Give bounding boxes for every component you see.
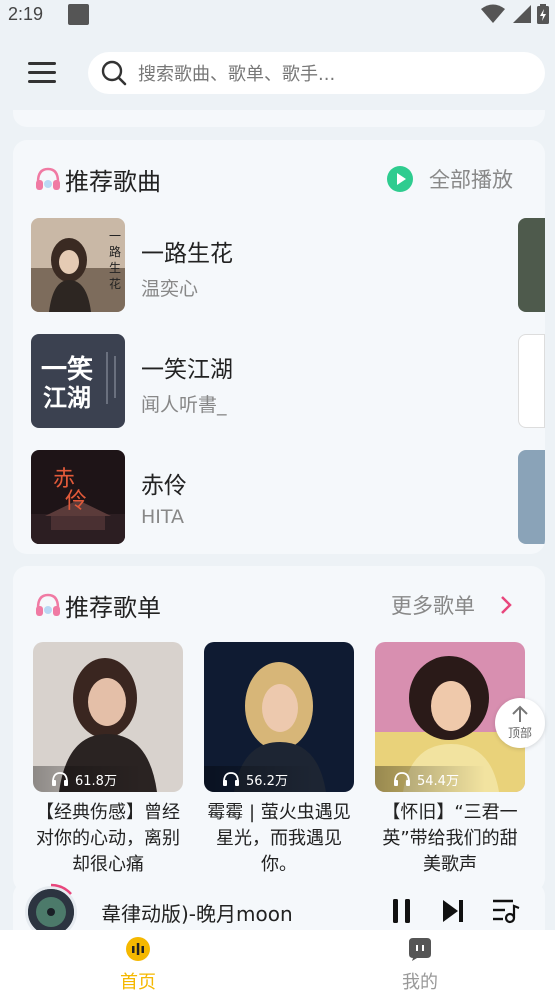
arrow-up-icon (512, 705, 528, 722)
playlist-cover: 61.8万 (33, 642, 183, 792)
play-all-label: 全部播放 (429, 168, 513, 192)
signal-icon (513, 5, 531, 23)
next-page-peek[interactable] (518, 218, 545, 312)
svg-text:伶: 伶 (65, 489, 87, 514)
home-sound-icon (126, 937, 150, 961)
song-cover: 一 路 生 花 (31, 218, 125, 312)
pause-icon[interactable] (391, 898, 413, 924)
song-item[interactable]: 一笑 江湖 一笑江湖 闻人听書_ (31, 334, 511, 428)
section-title: 推荐歌单 (65, 593, 161, 622)
section-title: 推荐歌曲 (65, 167, 161, 196)
top-bar: 搜索歌曲、歌单、歌手... (0, 40, 555, 110)
svg-text:生: 生 (109, 261, 121, 275)
play-all-button[interactable]: 全部播放 (387, 162, 513, 196)
play-circle-icon (387, 166, 413, 192)
song-item[interactable]: 一 路 生 花 一路生花 温奕心 (31, 218, 511, 312)
notification-icon (68, 4, 89, 25)
svg-text:花: 花 (109, 276, 121, 291)
svg-text:一笑: 一笑 (41, 354, 93, 385)
song-cover: 一笑 江湖 (31, 334, 125, 428)
headphones-icon (223, 772, 239, 786)
song-name: 赤伶 (141, 473, 187, 499)
song-name: 一路生花 (141, 241, 233, 267)
playlist-cover: 56.2万 (204, 642, 354, 792)
headphones-icon (52, 772, 68, 786)
wifi-icon (481, 4, 505, 23)
previous-card-edge (13, 110, 545, 127)
section-header: 推荐歌单 (33, 588, 161, 622)
playlist-item[interactable]: 61.8万 【经典伤感】曾经对你的心动，离别却很心痛 (33, 642, 183, 878)
now-playing-title: 韋律动版)-晚月moon (101, 902, 293, 926)
svg-text:路: 路 (109, 244, 121, 259)
play-count-value: 61.8万 (75, 773, 117, 789)
menu-icon[interactable] (28, 62, 58, 84)
tab-home[interactable]: 首页 (88, 936, 188, 992)
play-count: 56.2万 (204, 766, 314, 792)
search-input[interactable]: 搜索歌曲、歌单、歌手... (88, 52, 545, 94)
battery-icon (537, 4, 549, 24)
bottom-tab-bar: 首页 我的 (0, 930, 555, 992)
play-count: 54.4万 (375, 766, 485, 792)
play-count-value: 54.4万 (417, 773, 459, 789)
recommended-songs-card: 推荐歌曲 全部播放 一 路 生 花 一路生花 温奕心 一笑 江湖 一笑江湖 闻人… (13, 140, 545, 554)
back-to-top-button[interactable]: 顶部 (495, 698, 545, 748)
status-icons (481, 4, 549, 24)
playlist-item[interactable]: 56.2万 霉霉 | 萤火虫遇见星光，而我遇见你。 (204, 642, 354, 878)
play-count-value: 56.2万 (246, 773, 288, 789)
song-cover: 赤 伶 (31, 450, 125, 544)
back-to-top-label: 顶部 (507, 726, 532, 740)
playlist-title: 【经典伤感】曾经对你的心动，离别却很心痛 (36, 802, 180, 875)
more-playlists-button[interactable]: 更多歌单 (391, 588, 513, 622)
more-playlists-label: 更多歌单 (391, 594, 475, 618)
next-page-peek[interactable] (518, 450, 545, 544)
song-artist: HITA (141, 506, 185, 528)
profile-face-icon (409, 938, 431, 961)
next-page-peek[interactable] (518, 334, 545, 428)
chevron-right-icon (501, 596, 512, 614)
song-artist: 闻人听書_ (141, 394, 227, 416)
recommended-playlists-card: 推荐歌单 更多歌单 61.8万 【经典伤感】曾经对你的心动，离别却很心痛 56.… (13, 566, 545, 892)
headphones-icon (394, 772, 410, 786)
song-artist: 温奕心 (141, 278, 199, 300)
playlist-item[interactable]: 54.4万 【怀旧】“三君一英”带给我们的甜美歌声 (375, 642, 525, 878)
search-placeholder: 搜索歌曲、歌单、歌手... (138, 64, 336, 85)
status-bar: 2:19 (0, 0, 555, 30)
play-count: 61.8万 (33, 766, 143, 792)
status-time: 2:19 (8, 4, 44, 24)
svg-text:一: 一 (109, 229, 121, 243)
tab-mine[interactable]: 我的 (370, 936, 470, 992)
song-item[interactable]: 赤 伶 赤伶 HITA (31, 450, 511, 544)
tab-mine-label: 我的 (402, 972, 438, 992)
playlist-title: 霉霉 | 萤火虫遇见星光，而我遇见你。 (207, 802, 351, 875)
playlist-title: 【怀旧】“三君一英”带给我们的甜美歌声 (382, 802, 518, 875)
search-icon (101, 60, 127, 86)
song-name: 一笑江湖 (141, 357, 233, 383)
section-header: 推荐歌曲 (33, 162, 161, 196)
next-track-icon[interactable] (441, 898, 465, 924)
playlist-queue-icon[interactable] (491, 898, 521, 924)
headphones-icon (36, 593, 60, 616)
headphones-icon (36, 167, 60, 190)
svg-text:江湖: 江湖 (43, 383, 91, 412)
tab-home-label: 首页 (120, 972, 156, 992)
